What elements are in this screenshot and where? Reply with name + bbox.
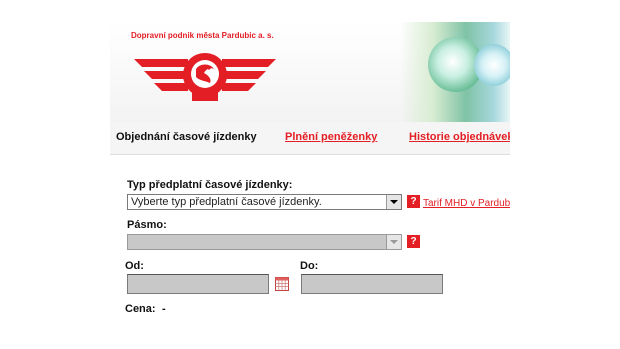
- tab-order-history[interactable]: Historie objednávek: [409, 131, 510, 143]
- ticket-type-label: Typ předplatní časové jízdenky:: [127, 179, 293, 191]
- zone-help-icon[interactable]: ?: [407, 235, 420, 248]
- tab-ticket-order[interactable]: Objednání časové jízdenky: [116, 131, 257, 143]
- zone-label: Pásmo:: [127, 219, 167, 231]
- ticket-type-help-icon[interactable]: ?: [407, 195, 420, 208]
- zone-select[interactable]: [127, 234, 402, 250]
- calendar-icon[interactable]: [275, 277, 289, 291]
- tab-wallet-topup[interactable]: Plnění peněženky: [285, 131, 377, 143]
- banner-image: [400, 22, 510, 122]
- header: Dopravní podnik města Pardubic a. s.: [110, 22, 510, 122]
- chevron-down-icon[interactable]: [386, 195, 401, 209]
- company-name: Dopravní podnik města Pardubic a. s.: [131, 31, 274, 40]
- date-to-input[interactable]: [301, 274, 443, 294]
- date-from-label: Od:: [125, 260, 144, 272]
- banner-orb: [474, 44, 510, 86]
- chevron-down-icon[interactable]: [386, 235, 401, 249]
- price-value: -: [162, 303, 166, 315]
- ticket-type-select[interactable]: Vyberte typ předplatní časové jízdenky.: [127, 194, 402, 210]
- date-from-input[interactable]: [127, 274, 269, 294]
- main-nav: Objednání časové jízdenky Plnění peněžen…: [110, 122, 510, 155]
- ticket-type-value: Vyberte typ předplatní časové jízdenky.: [131, 196, 322, 208]
- price-label: Cena:: [125, 303, 156, 315]
- tariff-link[interactable]: Tarif MHD v Pardubicích: [423, 198, 510, 209]
- dpmp-logo-icon[interactable]: [130, 47, 280, 107]
- date-to-label: Do:: [300, 260, 319, 272]
- page-frame: Dopravní podnik města Pardubic a. s. Obj…: [110, 22, 510, 322]
